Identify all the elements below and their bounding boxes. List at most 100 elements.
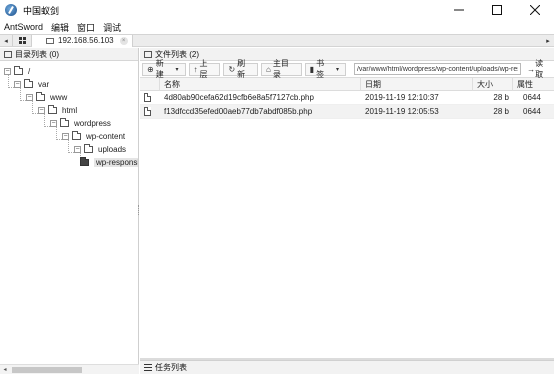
tab-bar: ◂ 192.168.56.103 × ▸ xyxy=(0,34,554,47)
new-button[interactable]: ⊕ 新建 ▾ xyxy=(142,59,186,79)
bookmark-icon: ▮ xyxy=(309,64,315,74)
tree-node-label: wp-content xyxy=(86,131,126,141)
window-title: 中国蚁剑 xyxy=(23,5,60,16)
tree-node-label: html xyxy=(62,105,78,115)
file-table-header: 名称 日期 大小 属性 xyxy=(140,77,554,91)
file-perm: 0644 xyxy=(523,93,541,102)
directory-panel-header: 目录列表 (0) xyxy=(0,48,138,61)
file-size: 28 b xyxy=(493,107,509,116)
directory-panel-title: 目录列表 (0) xyxy=(15,49,59,59)
folder-icon xyxy=(48,104,57,114)
collapse-toggle-icon[interactable]: − xyxy=(50,119,57,127)
file-name: 4d80ab90cefa62d19cfb6e8a5f7127cb.php xyxy=(164,93,314,102)
column-size[interactable]: 大小 xyxy=(473,77,513,91)
chevron-down-icon: ▾ xyxy=(175,66,179,73)
scrollbar-thumb[interactable] xyxy=(12,366,82,373)
tab-host[interactable]: 192.168.56.103 × xyxy=(32,34,133,47)
column-perm[interactable]: 属性 xyxy=(513,78,554,91)
folder-icon xyxy=(46,37,54,44)
maximize-button[interactable] xyxy=(478,0,516,20)
arrow-right-icon: → xyxy=(527,64,536,74)
directory-panel: 目录列表 (0) − / − var − www − html − wordpr… xyxy=(0,48,139,374)
folder-icon xyxy=(84,143,93,153)
table-row[interactable]: 4d80ab90cefa62d19cfb6e8a5f7127cb.php 201… xyxy=(140,91,554,105)
window-controls xyxy=(440,0,554,20)
scroll-left-icon[interactable]: ◂ xyxy=(0,366,10,373)
chevron-down-icon: ▾ xyxy=(335,66,339,73)
tree-node-html[interactable]: − html xyxy=(38,104,77,116)
file-icon xyxy=(144,93,151,102)
tab-close-icon[interactable]: × xyxy=(119,36,128,45)
collapse-toggle-icon[interactable]: − xyxy=(4,67,11,75)
collapse-toggle-icon[interactable]: − xyxy=(26,93,33,101)
menu-debug[interactable]: 调试 xyxy=(99,21,125,34)
folder-icon xyxy=(80,156,89,166)
close-button[interactable] xyxy=(516,0,554,20)
antsword-logo-icon xyxy=(5,4,17,16)
file-icon xyxy=(144,107,151,116)
collapse-toggle-icon[interactable]: − xyxy=(74,145,81,153)
task-panel-header[interactable]: 任务列表 xyxy=(140,360,554,374)
menu-antsword[interactable]: AntSword xyxy=(0,22,47,32)
horizontal-scrollbar[interactable]: ◂ xyxy=(0,364,139,374)
tree-node-var[interactable]: − var xyxy=(14,78,49,90)
minimize-button[interactable] xyxy=(440,0,478,20)
task-panel-title: 任务列表 xyxy=(155,363,187,372)
column-icon xyxy=(140,77,160,91)
folder-icon xyxy=(24,78,33,88)
tree-node-root[interactable]: − / xyxy=(4,65,30,77)
file-date: 2019-11-19 12:10:37 xyxy=(365,93,439,102)
menu-window[interactable]: 窗口 xyxy=(73,21,99,34)
tree-node-label: wordpress xyxy=(74,118,111,128)
home-icon: ⌂ xyxy=(266,64,271,74)
folder-icon xyxy=(14,65,23,75)
tree-node-label: wp-responsive xyxy=(94,157,138,167)
tree-node-uploads[interactable]: − uploads xyxy=(74,143,126,155)
column-date[interactable]: 日期 xyxy=(361,77,473,91)
tree-node-label: www xyxy=(50,92,68,102)
up-button[interactable]: ↑ 上层 xyxy=(188,59,221,79)
refresh-button[interactable]: ↻ 刷新 xyxy=(223,59,259,79)
arrow-up-icon: ↑ xyxy=(193,64,198,74)
tree-node-label: var xyxy=(38,79,50,89)
tree-node-wp-content[interactable]: − wp-content xyxy=(62,130,125,142)
list-icon xyxy=(144,364,152,371)
file-name: f13dfccd35efed00aeb77db7abdf085b.php xyxy=(164,107,313,116)
column-name[interactable]: 名称 xyxy=(160,77,361,91)
tree-node-www[interactable]: − www xyxy=(26,91,67,103)
bookmark-button[interactable]: ▮ 书签 ▾ xyxy=(304,59,346,79)
tab-scroll-right-icon[interactable]: ▸ xyxy=(542,35,554,46)
read-button[interactable]: → 读取 xyxy=(524,59,554,79)
file-toolbar: ⊕ 新建 ▾ ↑ 上层 ↻ 刷新 ⌂ 主目录 ▮ 书签 ▾ → 读取 xyxy=(140,59,554,79)
plus-icon: ⊕ xyxy=(147,64,154,74)
grid-icon xyxy=(18,37,26,44)
file-icon xyxy=(144,50,152,58)
folder-icon xyxy=(36,91,45,101)
directory-tree: − / − var − www − html − wordpress − wp-… xyxy=(0,61,138,363)
collapse-toggle-icon[interactable]: − xyxy=(14,80,21,88)
minimize-icon xyxy=(454,9,464,11)
tree-node-wp-responsive[interactable]: wp-responsive xyxy=(80,156,138,168)
tree-node-wordpress[interactable]: − wordpress xyxy=(50,117,111,129)
tab-host-label: 192.168.56.103 xyxy=(58,36,114,45)
folder-icon xyxy=(72,130,81,140)
path-input[interactable] xyxy=(353,63,522,75)
collapse-toggle-icon[interactable]: − xyxy=(62,132,69,140)
tree-node-label: / xyxy=(28,66,31,76)
file-perm: 0644 xyxy=(523,107,541,116)
table-row[interactable]: f13dfccd35efed00aeb77db7abdf085b.php 201… xyxy=(140,105,554,119)
title-bar: 中国蚁剑 xyxy=(0,0,554,20)
file-panel: 文件列表 (2) ⊕ 新建 ▾ ↑ 上层 ↻ 刷新 ⌂ 主目录 ▮ 书签 ▾ →… xyxy=(140,48,554,358)
tab-home[interactable] xyxy=(12,35,32,46)
close-icon xyxy=(530,5,540,15)
menu-edit[interactable]: 编辑 xyxy=(47,21,73,34)
tab-scroll-left-icon[interactable]: ◂ xyxy=(0,35,12,46)
home-button[interactable]: ⌂ 主目录 xyxy=(261,59,302,79)
file-date: 2019-11-19 12:05:53 xyxy=(365,107,439,116)
collapse-toggle-icon[interactable]: − xyxy=(38,106,45,114)
folder-icon xyxy=(60,117,69,127)
tree-node-label: uploads xyxy=(98,144,127,154)
menu-bar: AntSword 编辑 窗口 调试 xyxy=(0,20,554,34)
refresh-icon: ↻ xyxy=(228,64,236,74)
maximize-icon xyxy=(492,5,502,15)
